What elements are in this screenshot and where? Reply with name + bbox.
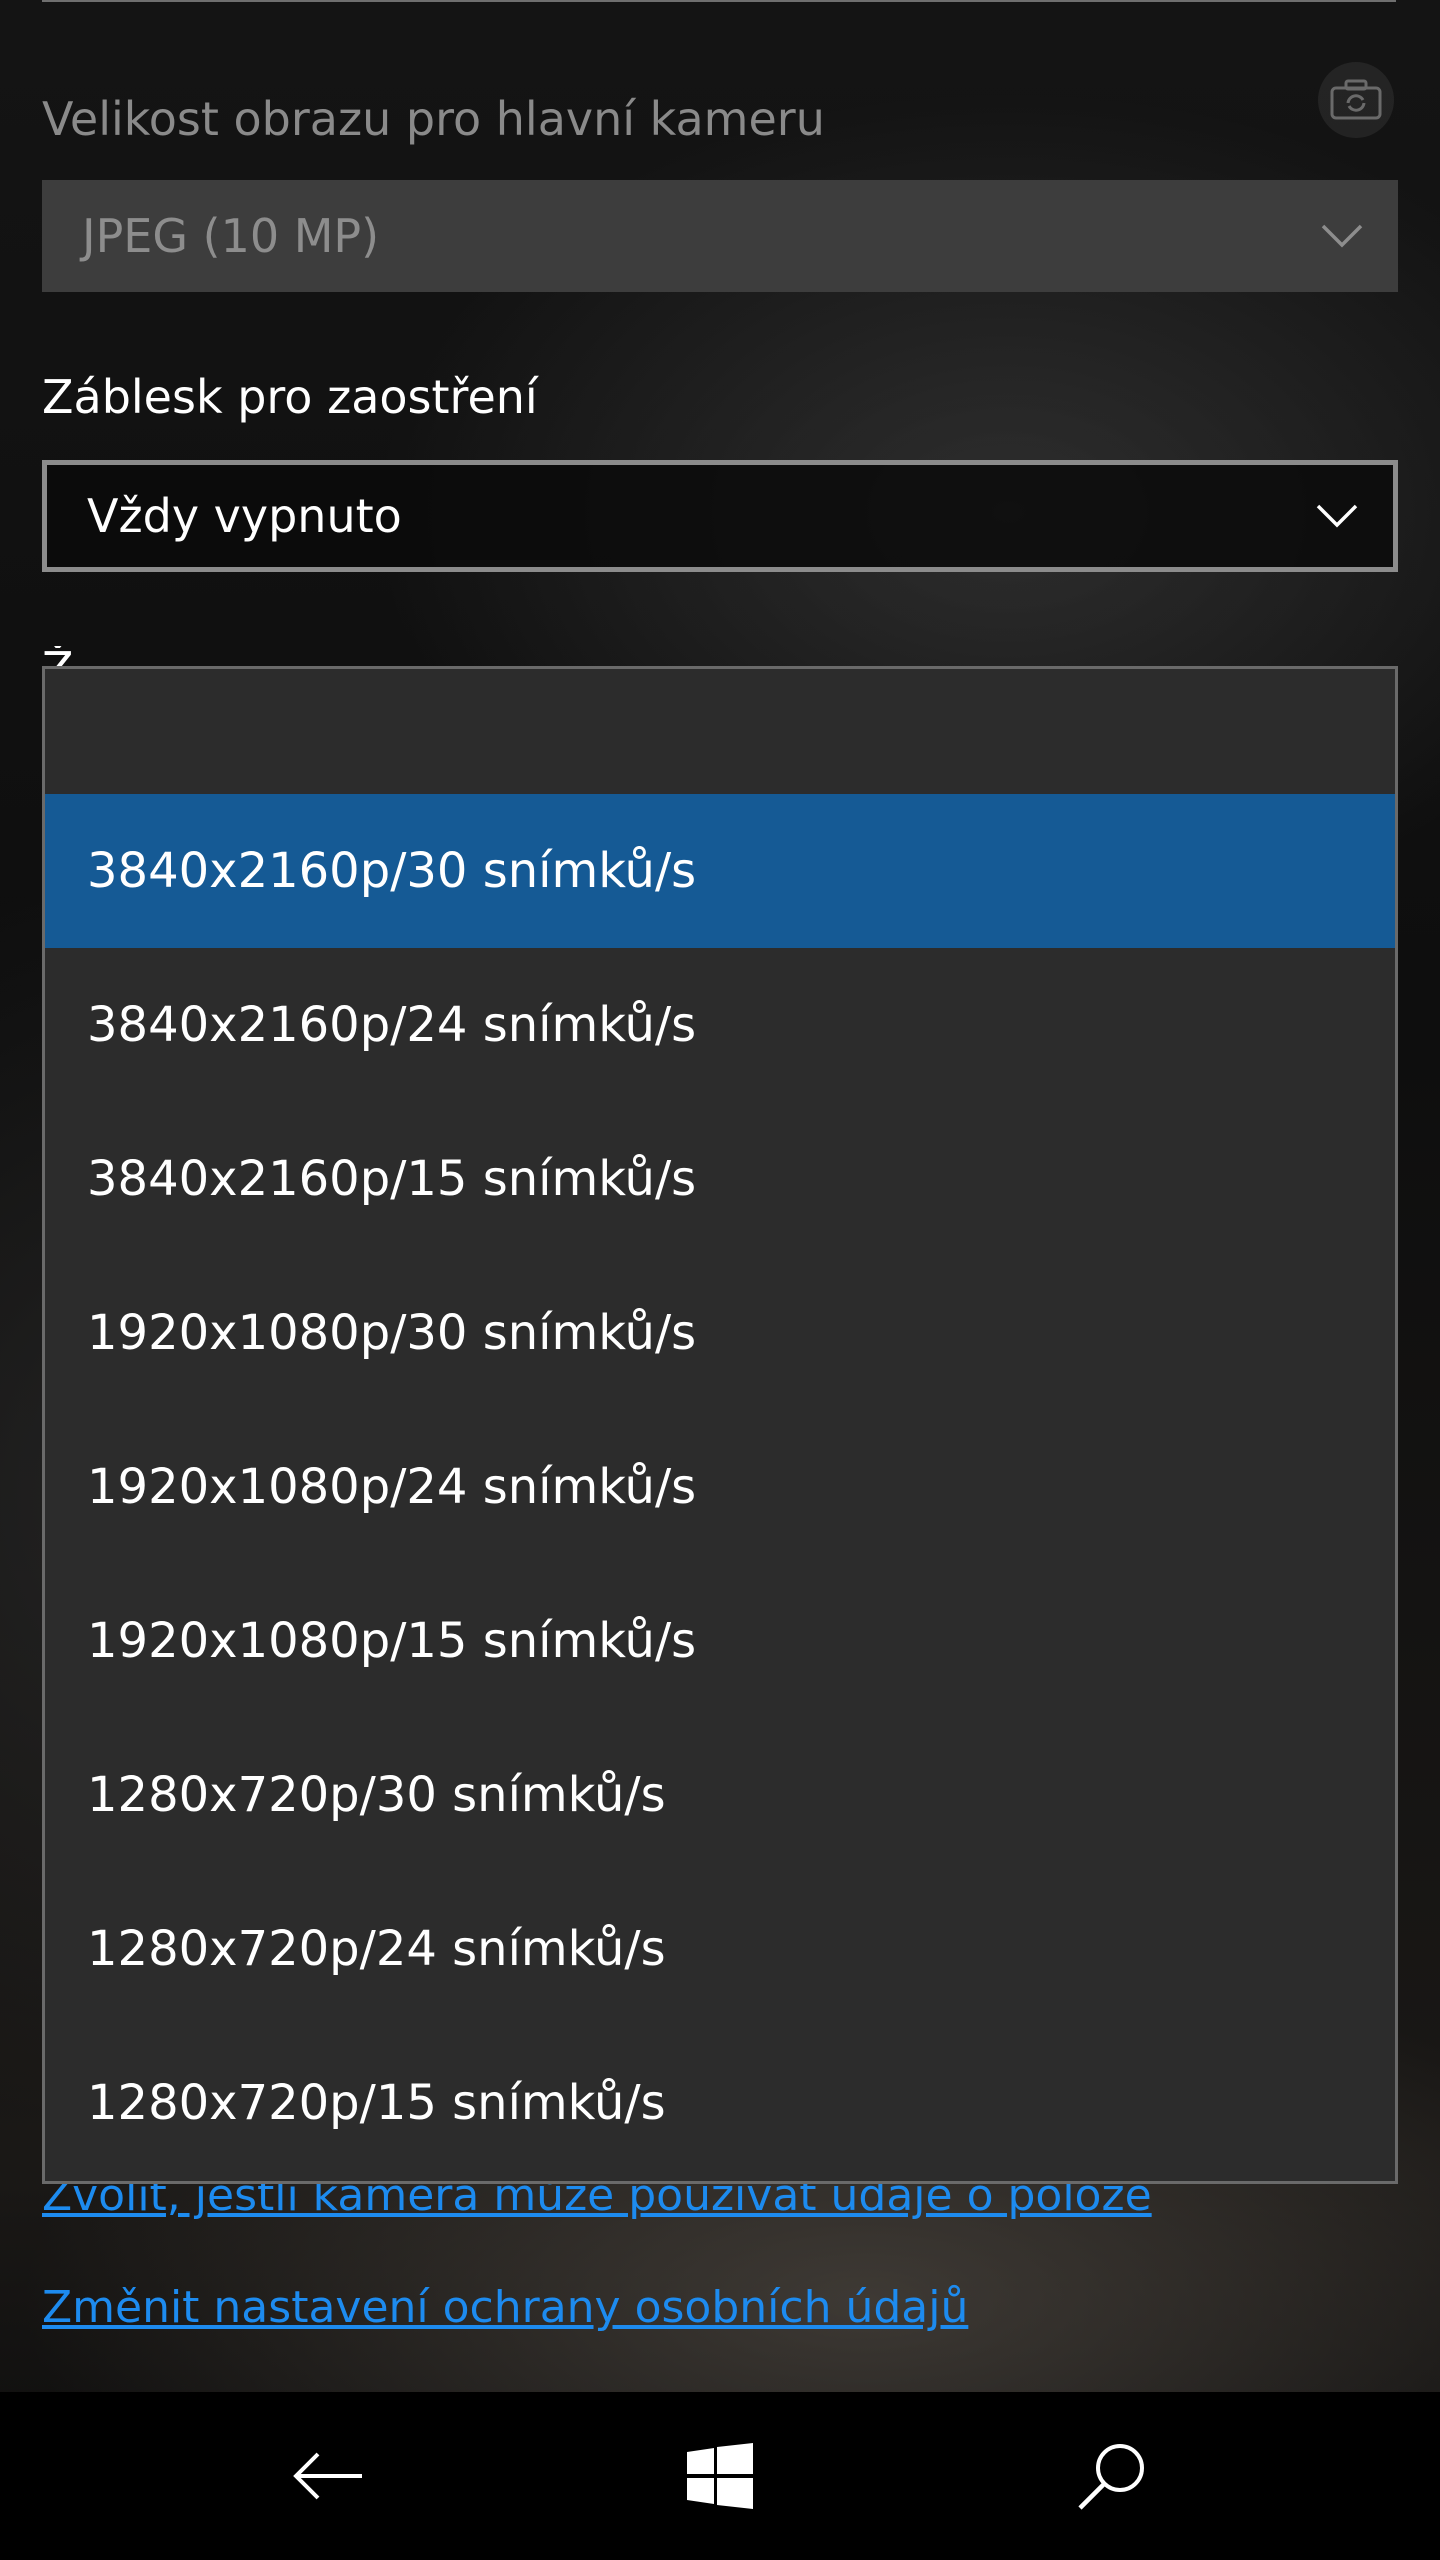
camera-settings-screen: Velikost obrazu pro hlavní kameru JPEG (… <box>0 0 1440 2560</box>
dropdown-option[interactable]: 1920x1080p/24 snímků/s <box>45 1410 1395 1564</box>
main-camera-size-label: Velikost obrazu pro hlavní kameru <box>42 92 825 146</box>
dropdown-option[interactable]: 1920x1080p/30 snímků/s <box>45 1256 1395 1410</box>
dropdown-option[interactable]: 3840x2160p/24 snímků/s <box>45 948 1395 1102</box>
camera-switch-icon-glyph <box>1330 79 1382 120</box>
back-arrow-icon <box>293 2452 362 2500</box>
focus-flash-label: Záblesk pro zaostření <box>42 370 538 424</box>
video-quality-label-clipped: Ž <box>42 646 542 666</box>
dropdown-option[interactable]: 1280x720p/24 snímků/s <box>45 1872 1395 2026</box>
search-icon <box>1078 2444 1144 2510</box>
back-button[interactable] <box>228 2392 428 2560</box>
camera-switch-icon[interactable] <box>1318 62 1394 138</box>
previous-field[interactable] <box>42 0 1396 2</box>
video-quality-label-fragment: Ž <box>42 646 542 666</box>
dropdown-option[interactable]: 1920x1080p/15 snímků/s <box>45 1564 1395 1718</box>
dropdown-option-list: 3840x2160p/30 snímků/s 3840x2160p/24 sní… <box>45 794 1395 2180</box>
dropdown-spacer <box>45 669 1395 794</box>
privacy-settings-link[interactable]: Změnit nastavení ochrany osobních údajů <box>42 2282 968 2333</box>
dropdown-option[interactable]: 1280x720p/15 snímků/s <box>45 2026 1395 2180</box>
main-camera-size-select: JPEG (10 MP) <box>42 180 1398 292</box>
dropdown-option-selected[interactable]: 3840x2160p/30 snímků/s <box>45 794 1395 948</box>
dropdown-option[interactable]: 3840x2160p/15 snímků/s <box>45 1102 1395 1256</box>
focus-flash-value: Vždy vypnuto <box>87 489 402 543</box>
focus-flash-select[interactable]: Vždy vypnuto <box>42 460 1398 572</box>
navigation-bar <box>0 2392 1440 2560</box>
chevron-down-icon <box>1321 224 1363 248</box>
start-button[interactable] <box>620 2392 820 2560</box>
dropdown-option[interactable]: 1280x720p/30 snímků/s <box>45 1718 1395 1872</box>
chevron-down-icon <box>1316 504 1358 528</box>
search-button[interactable] <box>1012 2392 1212 2560</box>
windows-logo-icon <box>687 2443 753 2509</box>
video-quality-dropdown[interactable]: 3840x2160p/30 snímků/s 3840x2160p/24 sní… <box>42 666 1398 2184</box>
main-camera-size-value: JPEG (10 MP) <box>82 209 380 263</box>
